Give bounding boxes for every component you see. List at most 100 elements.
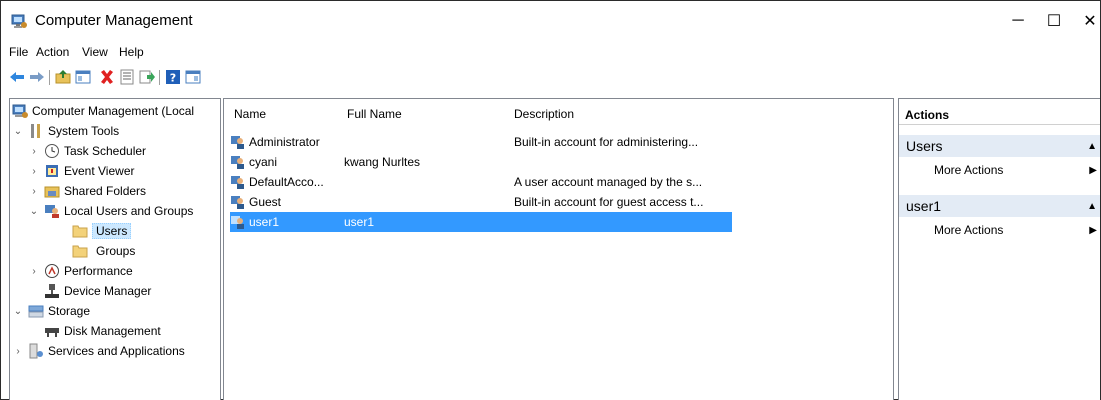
tree-label: Storage xyxy=(48,304,91,318)
actions-section-users[interactable]: Users ▲ xyxy=(899,135,1100,157)
table-row[interactable]: cyani kwang Nurltes xyxy=(230,152,732,172)
section-title: Users xyxy=(906,138,943,154)
svg-text:?: ? xyxy=(170,72,176,85)
chevron-down-icon[interactable]: ⌄ xyxy=(28,205,40,217)
close-button[interactable]: ✕ xyxy=(1067,1,1101,41)
device-manager-icon xyxy=(44,283,60,299)
cell-name: user1 xyxy=(249,215,280,229)
collapse-up-icon[interactable]: ▲ xyxy=(1087,141,1097,152)
tree-label: Services and Applications xyxy=(48,344,185,358)
storage-icon xyxy=(28,303,44,319)
more-actions-user1[interactable]: More Actions ▶ xyxy=(899,219,1100,241)
export-list-icon[interactable] xyxy=(139,69,155,85)
chevron-right-icon[interactable]: › xyxy=(12,345,24,357)
tree-label: Event Viewer xyxy=(64,164,135,178)
tree-item-shared-folders[interactable]: › Shared Folders xyxy=(28,181,146,201)
chevron-right-icon[interactable]: › xyxy=(28,185,40,197)
performance-icon xyxy=(44,263,60,279)
user-icon xyxy=(230,154,246,170)
cell-name: cyani xyxy=(249,155,278,169)
submenu-arrow-icon: ▶ xyxy=(1089,164,1097,176)
back-arrow-icon[interactable] xyxy=(9,69,25,85)
user-icon xyxy=(230,214,246,230)
tree-label: Local Users and Groups xyxy=(64,204,194,218)
tree-item-device-manager[interactable]: Device Manager xyxy=(44,281,151,301)
chevron-down-icon[interactable]: ⌄ xyxy=(12,305,24,317)
column-header-name[interactable]: Name xyxy=(234,107,266,121)
services-icon xyxy=(28,343,44,359)
disk-icon xyxy=(44,323,60,339)
tree-label: Task Scheduler xyxy=(64,144,147,158)
tree-label: Groups xyxy=(96,244,136,258)
more-actions-users[interactable]: More Actions ▶ xyxy=(899,159,1100,181)
cell-description: A user account managed by the s... xyxy=(514,175,703,189)
tree-item-groups[interactable]: Groups xyxy=(72,241,135,261)
tree-label: System Tools xyxy=(48,124,120,138)
actions-pane: Actions Users ▲ More Actions ▶ user1 ▲ M… xyxy=(898,98,1100,400)
properties-icon[interactable] xyxy=(119,69,135,85)
tree-item-performance[interactable]: › Performance xyxy=(28,261,133,281)
menu-action[interactable]: Action xyxy=(36,45,69,59)
tree-item-services-applications[interactable]: › Services and Applications xyxy=(12,341,185,361)
section-title: user1 xyxy=(906,198,942,214)
maximize-icon: ☐ xyxy=(1046,13,1062,30)
computer-management-window: Computer Management ─ ☐ ✕ File Action Vi… xyxy=(0,0,1101,400)
cell-full-name: kwang Nurltes xyxy=(344,155,421,169)
tree-item-system-tools[interactable]: ⌄ System Tools xyxy=(12,121,119,141)
shared-folder-icon xyxy=(44,183,60,199)
up-folder-icon[interactable] xyxy=(55,69,71,85)
tree-label: Performance xyxy=(64,264,133,278)
forward-arrow-icon[interactable] xyxy=(29,69,45,85)
tree-item-computer-management[interactable]: Computer Management (Local xyxy=(12,101,194,121)
event-viewer-icon xyxy=(44,163,60,179)
column-header-description[interactable]: Description xyxy=(514,107,574,121)
menu-file[interactable]: File xyxy=(9,45,28,59)
collapse-up-icon[interactable]: ▲ xyxy=(1087,201,1097,212)
cell-description: Built-in account for guest access t... xyxy=(514,195,704,209)
user-icon xyxy=(230,134,246,150)
table-row[interactable]: DefaultAcco... A user account managed by… xyxy=(230,172,732,192)
cell-full-name: user1 xyxy=(344,215,375,229)
tree-item-local-users-groups[interactable]: ⌄ Local Users and Groups xyxy=(28,201,193,221)
table-row[interactable]: Guest Built-in account for guest access … xyxy=(230,192,732,212)
tree-item-storage[interactable]: ⌄ Storage xyxy=(12,301,90,321)
console-tree: Computer Management (Local ⌄ System Tool… xyxy=(9,98,221,400)
computer-management-icon xyxy=(11,13,27,29)
cell-description: Built-in account for administering... xyxy=(514,135,699,149)
tree-item-users[interactable]: Users xyxy=(72,221,132,241)
clock-icon xyxy=(44,143,60,159)
delete-icon[interactable] xyxy=(99,69,115,85)
table-row[interactable]: Administrator Built-in account for admin… xyxy=(230,132,732,152)
tree-label: Shared Folders xyxy=(64,184,147,198)
table-row-selected[interactable]: user1 user1 xyxy=(230,212,732,232)
chevron-right-icon[interactable]: › xyxy=(28,165,40,177)
users-group-icon xyxy=(44,203,60,219)
actions-section-user1[interactable]: user1 ▲ xyxy=(899,195,1100,217)
cell-name: Guest xyxy=(249,195,282,209)
toolbar: ? xyxy=(1,64,1100,90)
tree-item-task-scheduler[interactable]: › Task Scheduler xyxy=(28,141,146,161)
tree-label: Users xyxy=(92,223,132,239)
title-bar: Computer Management ─ ☐ ✕ xyxy=(1,1,1100,41)
tree-item-disk-management[interactable]: Disk Management xyxy=(44,321,161,341)
menu-help[interactable]: Help xyxy=(119,45,144,59)
chevron-right-icon[interactable]: › xyxy=(28,145,40,157)
actions-header: Actions xyxy=(899,105,1100,125)
window-title: Computer Management xyxy=(35,12,193,29)
menu-bar: File Action View Help xyxy=(1,42,1100,62)
cell-name: Administrator xyxy=(249,135,320,149)
users-list: Name Full Name Description Administrator… xyxy=(223,98,894,400)
show-hide-tree-icon[interactable] xyxy=(75,69,91,85)
show-hide-action-pane-icon[interactable] xyxy=(185,69,201,85)
help-icon[interactable]: ? xyxy=(165,69,181,85)
tree-item-event-viewer[interactable]: › Event Viewer xyxy=(28,161,134,181)
user-icon xyxy=(230,174,246,190)
folder-icon xyxy=(72,223,88,239)
chevron-down-icon[interactable]: ⌄ xyxy=(12,125,24,137)
cell-name: DefaultAcco... xyxy=(249,175,324,189)
chevron-right-icon[interactable]: › xyxy=(28,265,40,277)
menu-view[interactable]: View xyxy=(82,45,108,59)
action-label: More Actions xyxy=(934,163,1004,177)
computer-management-icon xyxy=(12,103,28,119)
column-header-full-name[interactable]: Full Name xyxy=(347,107,402,121)
